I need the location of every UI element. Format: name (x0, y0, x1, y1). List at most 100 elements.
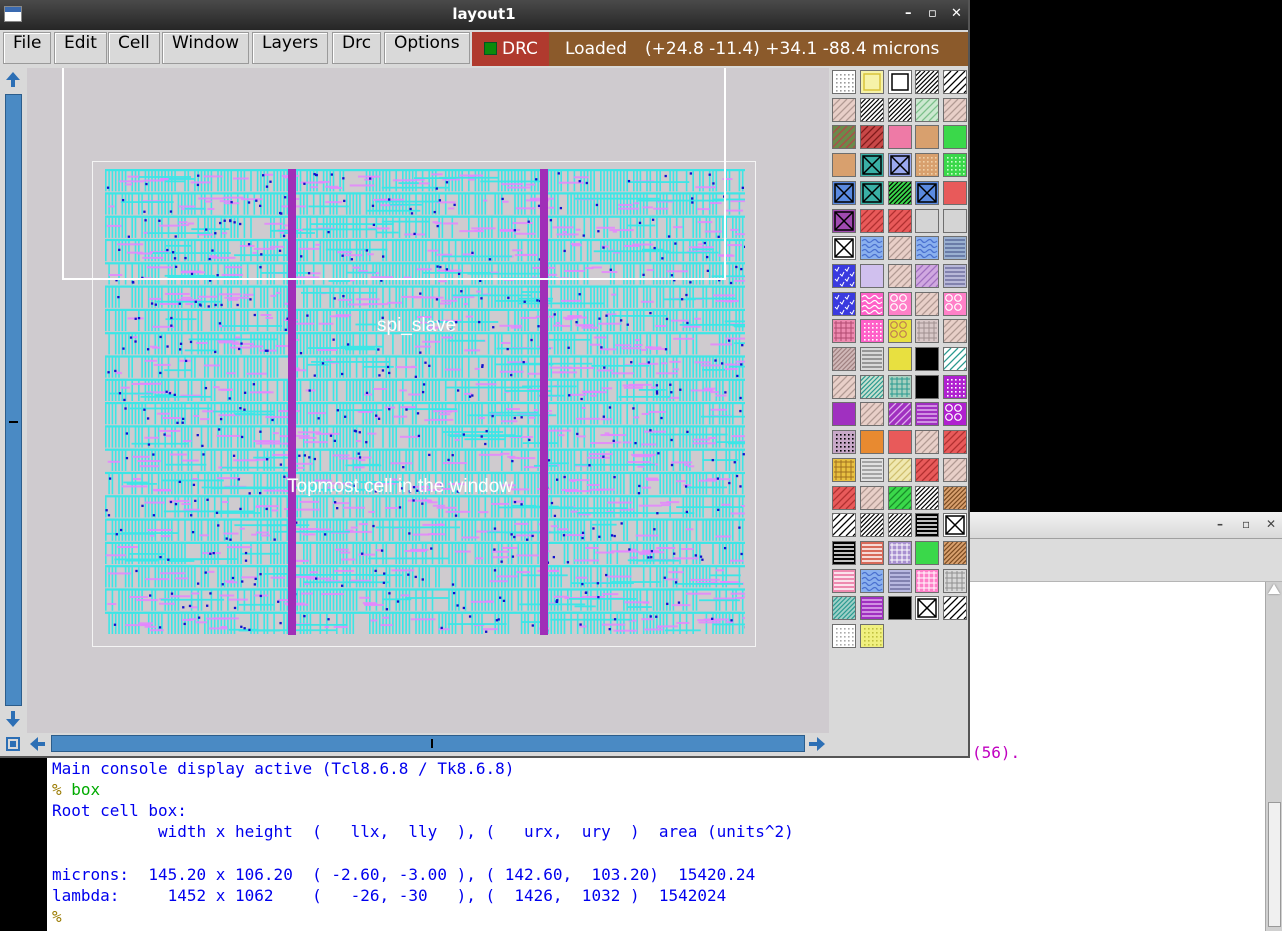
menu-window[interactable]: Window (162, 32, 250, 64)
layer-swatch[interactable] (832, 624, 856, 648)
vertical-scrollbar[interactable] (0, 68, 27, 733)
layer-swatch[interactable] (859, 291, 884, 316)
layer-swatch[interactable] (832, 180, 856, 205)
layer-swatch[interactable] (832, 208, 856, 233)
layer-swatch[interactable] (943, 125, 968, 150)
layer-swatch[interactable] (859, 70, 884, 94)
layer-swatch[interactable] (810, 125, 876, 150)
layer-swatch[interactable] (943, 568, 968, 593)
close-button[interactable]: ✕ (951, 6, 962, 21)
layer-swatch[interactable] (832, 153, 856, 178)
layer-swatch[interactable] (921, 485, 986, 510)
zoom-box-icon[interactable] (4, 735, 22, 753)
layer-swatch[interactable] (832, 291, 856, 316)
layer-swatch[interactable] (866, 97, 930, 122)
layer-swatch[interactable] (887, 374, 912, 399)
layer-swatch[interactable] (915, 568, 940, 593)
layer-swatch[interactable] (887, 596, 912, 621)
layer-swatch[interactable] (832, 540, 856, 565)
layer-swatch[interactable] (887, 540, 912, 565)
minimize-button[interactable]: – (905, 6, 912, 21)
layer-swatch[interactable] (943, 513, 968, 538)
horizontal-scrollbar[interactable] (0, 733, 830, 756)
layer-swatch[interactable] (832, 263, 856, 288)
scroll-right-arrow-icon[interactable] (807, 734, 827, 754)
layer-swatch[interactable] (915, 596, 940, 621)
layer-swatch[interactable] (915, 208, 940, 233)
menu-layers[interactable]: Layers (252, 32, 329, 64)
layer-swatch[interactable] (915, 236, 940, 261)
layer-swatch[interactable] (893, 485, 958, 510)
layer-swatch[interactable] (915, 153, 940, 178)
layer-swatch[interactable] (915, 180, 940, 205)
layer-swatch[interactable] (887, 70, 912, 94)
console-scroll-up-icon[interactable] (1268, 584, 1280, 594)
layer-swatch[interactable] (859, 430, 884, 455)
layer-swatch[interactable] (810, 347, 874, 371)
layer-swatch[interactable] (887, 568, 912, 593)
layer-swatch[interactable] (943, 374, 968, 399)
layer-swatch[interactable] (810, 596, 874, 621)
layer-swatch[interactable] (915, 540, 940, 565)
layer-swatch[interactable] (866, 513, 930, 538)
layout-canvas[interactable]: spi_slave Topmost cell in the window (27, 68, 829, 733)
layer-swatch[interactable] (810, 485, 876, 510)
drc-toggle-button[interactable]: DRC (472, 32, 549, 66)
layer-swatch[interactable] (866, 263, 932, 288)
layer-swatch[interactable] (921, 457, 987, 482)
layer-swatch[interactable] (832, 457, 856, 482)
layer-swatch[interactable] (943, 180, 968, 205)
layer-swatch[interactable] (866, 180, 930, 205)
layer-swatch[interactable] (887, 125, 912, 150)
console-close-button[interactable]: ✕ (1266, 517, 1276, 531)
console-scrollbar[interactable] (1265, 582, 1282, 931)
layer-swatch[interactable] (943, 153, 968, 178)
menu-edit[interactable]: Edit (54, 32, 107, 64)
layer-swatch[interactable] (810, 97, 876, 122)
layer-swatch[interactable] (866, 208, 932, 233)
layer-swatch[interactable] (893, 70, 958, 94)
layer-swatch[interactable] (838, 402, 904, 427)
scroll-left-arrow-icon[interactable] (28, 734, 48, 754)
layer-swatch[interactable] (859, 180, 884, 205)
layer-swatch[interactable] (832, 236, 856, 261)
layer-swatch[interactable] (832, 568, 856, 593)
layer-swatch[interactable] (921, 70, 987, 94)
layer-swatch[interactable] (832, 70, 856, 94)
layer-swatch[interactable] (838, 125, 904, 150)
menu-drc[interactable]: Drc (332, 32, 382, 64)
layer-swatch[interactable] (915, 347, 940, 371)
layer-swatch[interactable] (838, 513, 902, 538)
console-minimize-button[interactable]: – (1217, 517, 1223, 531)
layer-swatch[interactable] (893, 97, 959, 122)
scroll-down-arrow-icon[interactable] (3, 709, 23, 729)
layer-swatch[interactable] (921, 347, 987, 371)
layer-swatch[interactable] (859, 263, 884, 288)
layer-swatch[interactable] (866, 347, 932, 371)
layer-swatch[interactable] (838, 208, 904, 233)
layer-swatch[interactable] (915, 402, 940, 427)
layer-swatch[interactable] (915, 319, 940, 344)
layer-swatch[interactable] (859, 457, 884, 482)
layer-swatch[interactable] (887, 430, 912, 455)
layer-swatch[interactable] (921, 319, 987, 344)
layer-swatch[interactable] (866, 485, 932, 510)
layer-swatch[interactable] (810, 513, 876, 538)
layer-swatch[interactable] (921, 97, 987, 122)
layer-swatch[interactable] (915, 513, 940, 538)
layer-swatch[interactable] (838, 97, 902, 122)
layer-swatch[interactable] (866, 402, 932, 427)
layer-swatch[interactable] (943, 263, 968, 288)
layer-swatch[interactable] (832, 430, 856, 455)
maximize-button[interactable]: ▫ (928, 6, 937, 21)
menu-file[interactable]: File (3, 32, 52, 64)
scroll-up-arrow-icon[interactable] (3, 70, 23, 90)
layer-swatch[interactable] (859, 236, 884, 261)
horizontal-scroll-trough[interactable] (51, 735, 805, 752)
layer-swatch[interactable] (866, 457, 932, 482)
vertical-scroll-trough[interactable] (5, 94, 22, 706)
layer-swatch[interactable] (859, 153, 884, 178)
layer-swatch[interactable] (915, 374, 940, 399)
layer-swatch[interactable] (810, 374, 876, 399)
layout-titlebar[interactable]: layout1 – ▫ ✕ (0, 0, 968, 30)
